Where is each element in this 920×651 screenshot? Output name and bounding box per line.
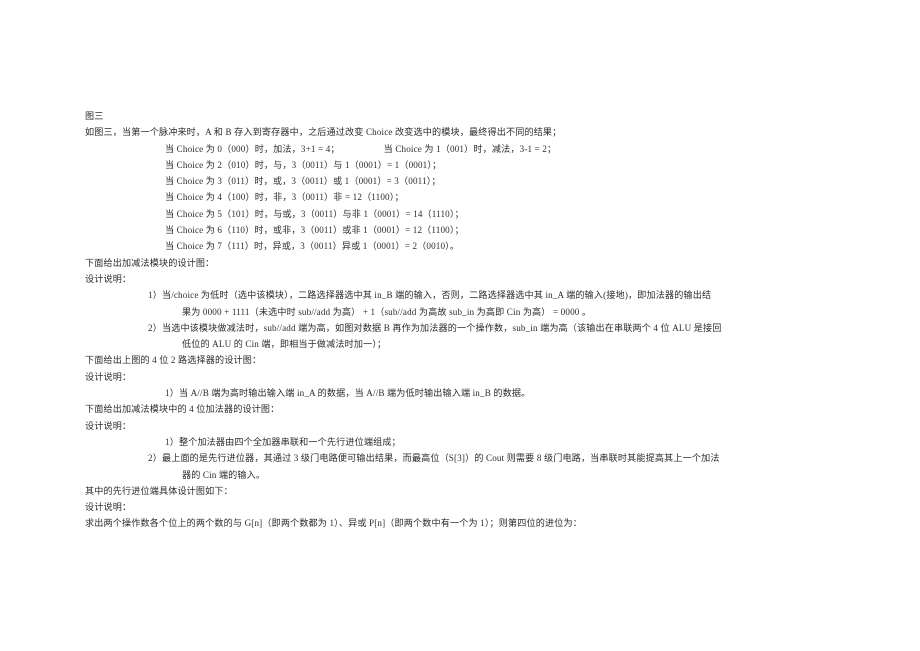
list-number: 2）	[148, 453, 162, 464]
choice-row-4: 当 Choice 为 4（100）时，非，3（0011）非 = 12（1100）…	[165, 192, 404, 203]
list-text: 当/choice 为低时（选中该模块），二路选择器选中其 in_B 端的输入，否…	[161, 290, 712, 301]
list-number: 1）	[165, 388, 179, 399]
section-2-heading: 下面给出上图的 4 位 2 路选择器的设计图：	[85, 355, 262, 366]
section-2-subheading: 设计说明：	[85, 371, 132, 382]
section-1-item-2-line-1: 2）当选中该模块做减法时，sub//add 端为高，如图对数据 B 再作为加法器…	[85, 320, 860, 336]
choice-row-0-left: 当 Choice 为 0（000）时，加法，3+1 = 4；	[165, 143, 340, 154]
list-text: 当选中该模块做减法时，sub//add 端为高，如图对数据 B 再作为加法器的一…	[161, 322, 722, 333]
section-3-heading: 下面给出加减法模块中的 4 位加法器的设计图：	[85, 404, 280, 415]
document-page: 图三 如图三，当第一个脉冲来时，A 和 B 存入到寄存器中，之后通过改变 Cho…	[0, 0, 920, 651]
list-number: 1）	[165, 436, 179, 447]
closing-heading: 其中的先行进位端具体设计图如下：	[85, 485, 233, 496]
list-text: 整个加法器由四个全加器串联和一个先行进位端组成；	[178, 436, 401, 447]
section-3-subheading: 设计说明：	[85, 420, 132, 431]
section-1-item-2-line-2: 低位的 ALU 的 Cin 端，即相当于做减法时加一）；	[182, 339, 387, 350]
list-text: 最上面的是先行进位器，其通过 3 级门电路便可输出结果，而最高位（S[3]）的 …	[161, 453, 720, 464]
section-3-item-2-line-2: 器的 Cin 端的输入。	[182, 469, 266, 480]
section-1-heading: 下面给出加减法模块的设计图：	[85, 257, 215, 268]
closing-paragraph: 求出两个操作数各个位上的两个数的与 G[n]（即两个数都为 1）、异或 P[n]…	[85, 518, 582, 529]
choice-row-first: 当 Choice 为 0（000）时，加法，3+1 = 4； 当 Choice 为…	[85, 141, 860, 157]
section-1-subheading: 设计说明：	[85, 273, 132, 284]
list-text: 当 A//B 端为高时输出输入端 in_A 的数据，当 A//B 端为低时输出输…	[178, 388, 531, 399]
intro-paragraph: 如图三，当第一个脉冲来时，A 和 B 存入到寄存器中，之后通过改变 Choice…	[85, 127, 562, 138]
section-1-item-1-line-1: 1）当/choice 为低时（选中该模块），二路选择器选中其 in_B 端的输入…	[85, 287, 860, 303]
list-number: 2）	[148, 322, 162, 333]
choice-row-7: 当 Choice 为 7（111）时，异或，3（0011）异或 1（0001）=…	[165, 241, 460, 252]
section-1-item-1-line-2: 果为 0000 + 1111（未选中时 sub//add 为高） + 1（sub…	[182, 306, 592, 317]
choice-row-1-right: 当 Choice 为 1（001）时，减法，3-1 = 2；	[383, 143, 557, 154]
document-body: 图三 如图三，当第一个脉冲来时，A 和 B 存入到寄存器中，之后通过改变 Cho…	[85, 108, 860, 532]
choice-row-5: 当 Choice 为 5（101）时，与或，3（0011）与非 1（0001）=…	[165, 208, 464, 219]
section-3-item-2-line-1: 2）最上面的是先行进位器，其通过 3 级门电路便可输出结果，而最高位（S[3]）…	[85, 450, 860, 466]
choice-row-3: 当 Choice 为 3（011）时，或，3（0011）或 1（0001）= 3…	[165, 176, 441, 187]
section-3-item-1: 1）整个加法器由四个全加器串联和一个先行进位端组成；	[85, 434, 860, 450]
closing-subheading: 设计说明：	[85, 502, 132, 513]
list-number: 1）	[148, 290, 162, 301]
section-2-item-1: 1）当 A//B 端为高时输出输入端 in_A 的数据，当 A//B 端为低时输…	[85, 385, 860, 401]
figure-caption: 图三	[85, 111, 104, 121]
choice-row-2: 当 Choice 为 2（010）时，与，3（0011）与 1（0001）= 1…	[165, 159, 442, 170]
choice-row-6: 当 Choice 为 6（110）时，或非，3（0011）或非 1（0001）=…	[165, 225, 464, 236]
